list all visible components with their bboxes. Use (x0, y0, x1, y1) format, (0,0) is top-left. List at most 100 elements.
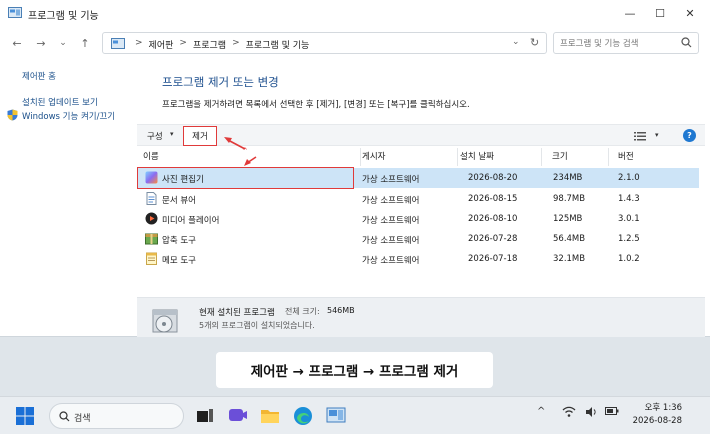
column-divider[interactable] (608, 148, 609, 166)
program-row[interactable]: 메모 도구 가상 소프트웨어 2026-07-18 32.1MB 1.0.2 (137, 249, 699, 269)
recent-locations-button[interactable]: ⌄ (54, 34, 72, 52)
program-size: 32.1MB (553, 254, 586, 264)
page-title: 프로그램 제거 또는 변경 (162, 75, 279, 89)
program-install-date: 2026-08-20 (468, 173, 518, 183)
program-row[interactable]: 문서 뷰어 가상 소프트웨어 2026-08-15 98.7MB 1.4.3 (137, 189, 699, 209)
control-panel-icon[interactable] (325, 405, 347, 427)
program-version: 2.1.0 (618, 173, 640, 183)
breadcrumb-separator: > (179, 38, 187, 48)
program-publisher: 가상 소프트웨어 (362, 236, 420, 246)
windows-features-link[interactable]: Windows 기능 켜기/끄기 (22, 110, 115, 122)
command-bar: 구성 ▾ 제거 ▾ ? (137, 124, 705, 146)
navigation-bar: ← → ⌄ ↑ > 제어판 > 프로그램 > 프로그램 및 기능 ⌄ ↻ (0, 30, 710, 56)
volume-icon[interactable] (585, 406, 598, 418)
battery-icon[interactable] (605, 406, 619, 416)
program-size: 98.7MB (553, 194, 586, 204)
chat-icon[interactable] (227, 405, 249, 427)
program-name: 압축 도구 (162, 236, 196, 246)
column-header-size[interactable]: 크기 (552, 150, 568, 166)
clock-time: 오후 1:36 (644, 403, 682, 413)
control-panel-icon (111, 38, 125, 49)
program-publisher: 가상 소프트웨어 (362, 216, 420, 226)
program-version: 1.2.5 (618, 234, 640, 244)
refresh-icon[interactable]: ↻ (530, 36, 539, 49)
view-installed-updates-link[interactable]: 설치된 업데이트 보기 (22, 96, 98, 108)
installed-programs-icon (152, 309, 178, 333)
file-explorer-icon[interactable] (259, 405, 281, 427)
edge-browser-icon[interactable] (292, 405, 314, 427)
taskbar: 검색 ^ 오후 1:36 2026-08-28 (0, 396, 710, 434)
show-hidden-icons-button[interactable]: ^ (537, 406, 545, 417)
breadcrumb-programs-and-features[interactable]: 프로그램 및 기능 (246, 38, 310, 51)
document-viewer-icon (146, 192, 157, 205)
control-panel-icon (8, 7, 22, 18)
search-input[interactable] (560, 36, 680, 51)
program-publisher: 가상 소프트웨어 (362, 175, 420, 185)
program-name: 미디어 플레이어 (162, 216, 220, 226)
column-divider[interactable] (541, 148, 542, 166)
search-box[interactable] (553, 32, 699, 54)
taskbar-search[interactable]: 검색 (49, 403, 184, 429)
page-description: 프로그램을 제거하려면 목록에서 선택한 후 [제거], [변경] 또는 [복구… (162, 100, 470, 110)
program-publisher: 가상 소프트웨어 (362, 256, 420, 266)
help-button[interactable]: ? (683, 129, 696, 142)
shield-icon (7, 109, 18, 121)
breadcrumb-separator: > (232, 38, 240, 48)
selected-program-highlight (137, 167, 354, 189)
details-title: 현재 설치된 프로그램 (199, 308, 275, 318)
address-bar[interactable]: > 제어판 > 프로그램 > 프로그램 및 기능 ⌄ ↻ (102, 32, 547, 54)
column-divider[interactable] (457, 148, 458, 166)
program-name: 문서 뷰어 (162, 196, 196, 206)
program-publisher: 가상 소프트웨어 (362, 196, 420, 206)
program-install-date: 2026-08-10 (468, 214, 518, 224)
organize-button[interactable]: 구성 (147, 130, 163, 142)
taskbar-search-label: 검색 (74, 414, 91, 424)
close-button[interactable]: ✕ (675, 0, 705, 26)
view-options-icon[interactable] (634, 131, 646, 141)
breadcrumb: > 제어판 > 프로그램 > 프로그램 및 기능 (135, 38, 309, 51)
program-row[interactable]: 압축 도구 가상 소프트웨어 2026-07-28 56.4MB 1.2.5 (137, 229, 699, 249)
installed-count-text: 5개의 프로그램이 설치되었습니다. (199, 321, 315, 330)
uninstall-button[interactable]: 제거 (183, 126, 217, 146)
column-header-install-date[interactable]: 설치 날짜 (460, 150, 494, 166)
program-row[interactable]: 미디어 플레이어 가상 소프트웨어 2026-08-10 125MB 3.0.1 (137, 209, 699, 229)
archive-tool-icon (145, 233, 158, 245)
program-size: 234MB (553, 173, 583, 183)
wifi-icon[interactable] (562, 406, 576, 418)
start-icon[interactable] (14, 405, 36, 427)
program-name: 메모 도구 (162, 256, 196, 266)
column-header-name[interactable]: 이름 (143, 150, 159, 166)
system-clock[interactable]: 오후 1:36 2026-08-28 (633, 402, 682, 428)
chevron-down-icon[interactable]: ⌄ (512, 37, 520, 47)
left-pane: 제어판 홈 설치된 업데이트 보기 Windows 기능 켜기/끄기 (0, 60, 135, 337)
total-size-label: 전체 크기: (285, 307, 320, 316)
breadcrumb-programs[interactable]: 프로그램 (193, 38, 226, 51)
forward-button[interactable]: → (32, 34, 50, 52)
program-install-date: 2026-07-28 (468, 234, 518, 244)
clock-date: 2026-08-28 (632, 416, 682, 426)
breadcrumb-control-panel[interactable]: 제어판 (149, 38, 174, 51)
column-header-version[interactable]: 버전 (618, 150, 634, 166)
maximize-button[interactable]: ☐ (645, 0, 675, 26)
minimize-button[interactable]: — (615, 0, 645, 26)
chevron-down-icon[interactable]: ▾ (170, 130, 174, 138)
control-panel-home-link[interactable]: 제어판 홈 (22, 70, 56, 82)
task-view-icon[interactable] (194, 405, 216, 427)
chevron-down-icon[interactable]: ▾ (655, 131, 659, 139)
program-install-date: 2026-07-18 (468, 254, 518, 264)
program-size: 56.4MB (553, 234, 586, 244)
media-player-icon (145, 212, 158, 225)
column-divider[interactable] (360, 148, 361, 166)
breadcrumb-separator: > (135, 38, 143, 48)
memo-tool-icon (146, 252, 157, 265)
program-size: 125MB (553, 214, 583, 224)
up-button[interactable]: ↑ (76, 34, 94, 52)
program-version: 1.4.3 (618, 194, 640, 204)
back-button[interactable]: ← (8, 34, 26, 52)
column-header-publisher[interactable]: 게시자 (362, 150, 385, 166)
search-icon[interactable] (681, 37, 692, 48)
program-install-date: 2026-08-15 (468, 194, 518, 204)
control-panel-window: 프로그램 및 기능 — ☐ ✕ ← → ⌄ ↑ > 제어판 > 프로그램 > 프… (0, 0, 710, 337)
search-icon (59, 411, 70, 422)
program-version: 1.0.2 (618, 254, 640, 264)
